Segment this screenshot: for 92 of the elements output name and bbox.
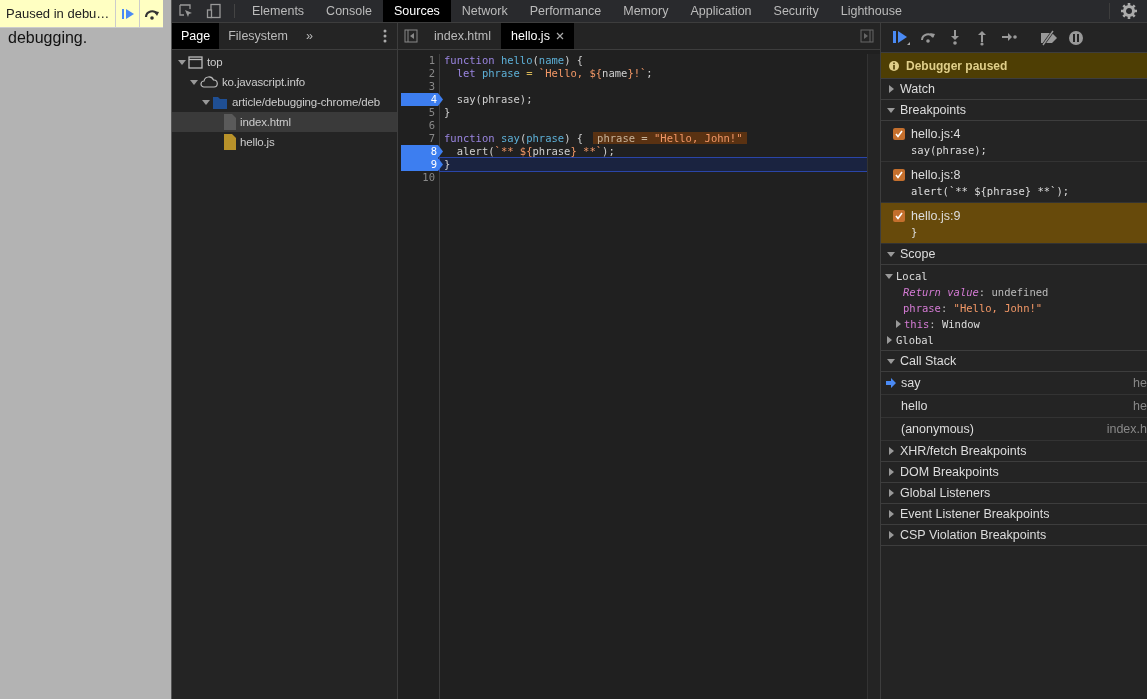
panel-tab[interactable]: Security (762, 0, 830, 22)
collapsed-arrow-icon[interactable] (887, 531, 895, 539)
panel-tab[interactable]: Memory (612, 0, 680, 22)
panel-tab[interactable]: Elements (241, 0, 316, 22)
panel-tab[interactable]: Application (679, 0, 763, 22)
resume-icon (120, 7, 135, 20)
page-text: debugging. (8, 29, 88, 47)
panel-tab[interactable]: Console (315, 0, 383, 22)
collapsed-arrow-icon[interactable] (887, 447, 895, 455)
code-line: } (444, 158, 451, 170)
settings-icon (1120, 3, 1137, 19)
file-icon (224, 114, 236, 130)
tree-item[interactable]: hello.js (172, 132, 397, 152)
code-line: let phrase = `Hello, ${name}!`; (455, 67, 653, 79)
code-line: say(phrase); (455, 93, 533, 105)
info-icon (889, 60, 899, 71)
step-over-icon (143, 7, 160, 20)
expanded-arrow-icon[interactable] (202, 98, 210, 106)
breakpoint-marker[interactable]: 4 (401, 93, 443, 106)
breakpoint-code: alert(`** ${phrase} **`); (910, 184, 1071, 197)
scope-name[interactable]: Global (896, 334, 934, 346)
panel-tab[interactable]: Network (450, 0, 519, 22)
tree-item[interactable]: top (172, 52, 397, 72)
checkbox[interactable] (893, 168, 905, 181)
pause-icon (1067, 29, 1084, 46)
line-number: 1 (428, 54, 436, 67)
collapsed-arrow-icon[interactable] (894, 320, 902, 328)
breakpoint-marker[interactable]: 8 (401, 145, 443, 158)
navigator-tab[interactable]: Filesystem (219, 23, 297, 49)
file-tab[interactable]: hello.js (501, 23, 574, 49)
tree-item[interactable]: article/debugging-chrome/deb (172, 92, 397, 112)
cloud-icon (200, 76, 218, 88)
expanded-arrow-icon[interactable] (887, 106, 895, 114)
breakpoint-item[interactable]: hello.js:4 say(phrase); (881, 121, 1147, 162)
scope-property: Return value: undefined (903, 286, 1049, 298)
tree-item[interactable]: ko.javascript.info (172, 72, 397, 92)
collapsed-arrow-icon[interactable] (887, 510, 895, 518)
sidebar-toggle-icon (404, 29, 418, 43)
folder-icon (212, 95, 228, 109)
line-number: 5 (428, 106, 436, 119)
scrollbar[interactable] (867, 54, 880, 699)
line-number: 2 (428, 67, 436, 80)
scope-property: this: Window (904, 318, 980, 330)
call-frame[interactable]: hello he (881, 395, 1147, 418)
more-icon[interactable] (383, 29, 387, 43)
expanded-arrow-icon[interactable] (887, 357, 895, 365)
breakpoint-off-icon (1038, 29, 1059, 46)
line-number: 6 (428, 119, 436, 132)
expanded-arrow-icon[interactable] (885, 272, 893, 280)
code-line: function hello(name) { (444, 54, 584, 66)
collapsed-arrow-icon[interactable] (887, 489, 895, 497)
call-frame[interactable]: say he (881, 372, 1147, 395)
file-tab[interactable]: index.html (424, 23, 501, 49)
panel-tab[interactable]: Performance (518, 0, 613, 22)
breakpoint-code: } (910, 225, 919, 238)
breakpoint-marker[interactable]: 9 (401, 158, 443, 171)
line-number: 10 (422, 171, 436, 184)
code-line: alert(`** ${phrase} **`); (455, 145, 615, 157)
collapsed-arrow-icon[interactable] (887, 468, 895, 476)
collapsed-arrow-icon[interactable] (887, 85, 895, 93)
inline-value: phrase = "Hello, John!" (593, 132, 747, 144)
breakpoint-location: hello.js:4 (911, 126, 961, 141)
paused-message: Debugger paused (906, 58, 1008, 73)
expanded-arrow-icon[interactable] (887, 250, 895, 258)
panel-tab[interactable]: Sources (383, 0, 451, 22)
breakpoint-location: hello.js:8 (911, 167, 961, 182)
sidebar-toggle-icon (860, 29, 874, 43)
scope-name[interactable]: Local (896, 270, 928, 282)
navigator-tab[interactable]: Page (172, 23, 220, 49)
scope-property: phrase: "Hello, John!" (903, 302, 1043, 314)
breakpoint-item[interactable]: hello.js:9 } (881, 203, 1147, 244)
checkbox[interactable] (893, 127, 905, 140)
more-tabs-button[interactable]: » (296, 23, 322, 49)
cursor-icon (178, 3, 194, 19)
breakpoint-location: hello.js:9 (911, 208, 961, 223)
code-line: function say(phrase) { (444, 132, 584, 144)
expanded-arrow-icon[interactable] (190, 78, 198, 86)
checkbox[interactable] (893, 209, 905, 222)
close-icon[interactable] (555, 32, 564, 40)
expanded-arrow-icon[interactable] (178, 58, 186, 66)
frame-icon (188, 55, 203, 69)
resume-icon (891, 28, 910, 47)
collapsed-arrow-icon[interactable] (885, 336, 893, 344)
device-icon (206, 3, 222, 19)
file-icon (224, 134, 236, 150)
breakpoint-code: say(phrase); (910, 143, 988, 156)
paused-label: Paused in debu… (5, 5, 111, 23)
panel-tab[interactable]: Lighthouse (829, 0, 913, 22)
line-number: 3 (428, 80, 436, 93)
tree-item[interactable]: index.html (172, 112, 397, 132)
code-line: } (444, 106, 451, 118)
line-number: 7 (428, 132, 436, 145)
